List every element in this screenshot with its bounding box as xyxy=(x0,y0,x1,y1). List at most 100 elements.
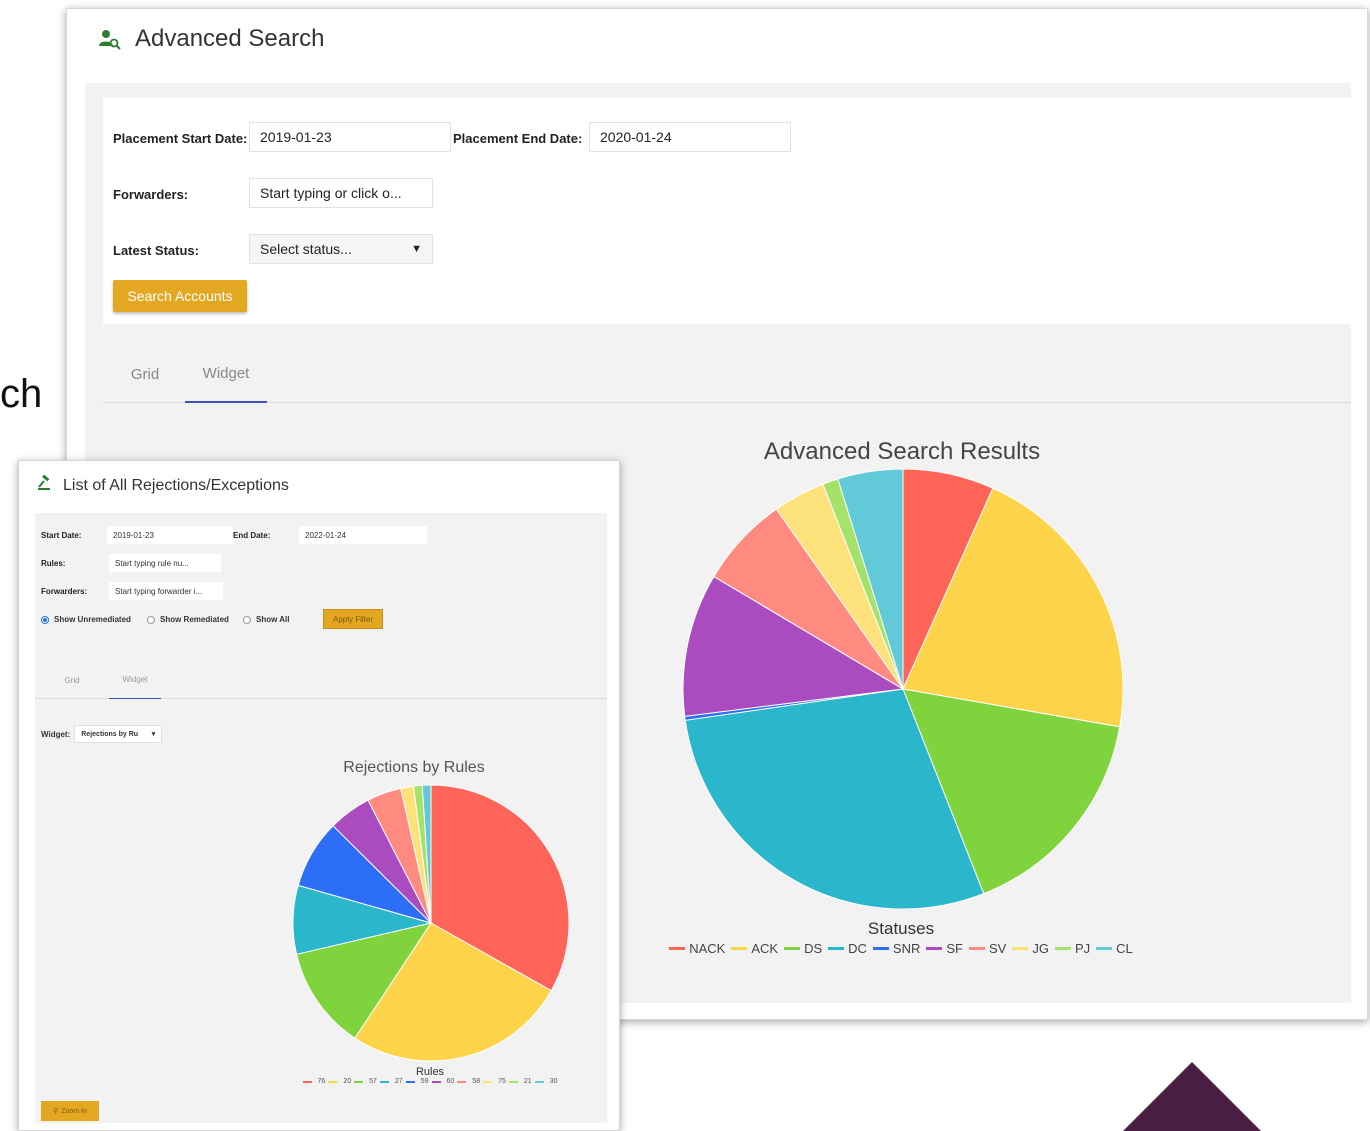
sub-legend-item-21[interactable]: 21 xyxy=(508,1078,532,1085)
main-legend-item-CL[interactable]: CL xyxy=(1096,941,1133,956)
radio-remediated-label: Show Remediated xyxy=(160,615,229,624)
sub-chart-title: Rejections by Rules xyxy=(343,759,485,776)
sub-legend-item-20[interactable]: 20 xyxy=(328,1078,351,1085)
legend-label: 21 xyxy=(523,1078,532,1085)
latest-status-value: Select status... xyxy=(260,241,352,257)
legend-swatch xyxy=(1012,947,1029,950)
search-accounts-button[interactable]: Search Accounts xyxy=(113,280,247,312)
user-search-icon xyxy=(99,28,121,50)
radio-selected-icon xyxy=(41,615,49,624)
sub-chart-legend: 76 20 57 27 59 60 58 75 21 30 xyxy=(235,1078,625,1085)
widget-label: Widget: xyxy=(41,729,71,739)
decorative-triangle xyxy=(1120,1062,1264,1131)
radio-unselected-icon xyxy=(243,615,251,624)
legend-swatch xyxy=(534,1080,544,1083)
legend-label: 58 xyxy=(472,1078,481,1085)
legend-swatch xyxy=(328,1080,338,1083)
main-legend-item-SV[interactable]: SV xyxy=(969,941,1006,956)
chart-title: Advanced Search Results xyxy=(763,438,1041,465)
legend-swatch xyxy=(1096,947,1113,950)
search-icon: ⚲ xyxy=(53,1108,59,1115)
radio-show-remediated[interactable]: Show Remediated xyxy=(147,615,229,624)
end-date-input[interactable]: 2020-01-24 xyxy=(589,122,791,152)
legend-label: 30 xyxy=(549,1078,558,1085)
apply-filter-button[interactable]: Apply Filter xyxy=(323,609,383,629)
radio-show-all[interactable]: Show All xyxy=(243,615,289,624)
sub-result-tabs: Grid Widget xyxy=(35,661,607,699)
forwarders-label: Forwarders: xyxy=(113,187,189,202)
main-legend-item-SNR[interactable]: SNR xyxy=(872,941,921,956)
rejections-filter-panel: Start Date: 2019-01-23 End Date: 2022-01… xyxy=(35,513,607,641)
legend-swatch xyxy=(483,1080,493,1083)
sub-legend-item-60[interactable]: 60 xyxy=(431,1078,455,1085)
sub-rules-placeholder: Start typing rule nu... xyxy=(115,558,189,568)
widget-select[interactable]: Rejections by Ru ▾ xyxy=(74,725,163,743)
widget-selector-row: Widget: Rejections by Ru ▾ xyxy=(41,725,163,743)
tab-widget[interactable]: Widget xyxy=(185,345,267,403)
main-legend-item-DC[interactable]: DC xyxy=(828,941,867,956)
legend-label: 60 xyxy=(446,1078,455,1085)
rejections-pie-chart xyxy=(292,784,570,1062)
rejections-header: List of All Rejections/Exceptions xyxy=(37,474,289,496)
radio-all-label: Show All xyxy=(256,615,290,624)
widget-select-value: Rejections by Ru xyxy=(81,730,139,738)
legend-label: NACK xyxy=(689,941,726,956)
legend-label: 75 xyxy=(498,1078,506,1085)
sub-end-date-label: End Date: xyxy=(233,531,271,540)
legend-swatch xyxy=(828,947,845,950)
sub-legend-item-59[interactable]: 59 xyxy=(405,1078,429,1085)
legend-swatch xyxy=(784,947,801,950)
rejections-title: List of All Rejections/Exceptions xyxy=(63,476,289,494)
sub-rules-label: Rules: xyxy=(41,559,66,568)
result-tabs: Grid Widget xyxy=(103,345,1351,403)
main-legend-item-ACK[interactable]: ACK xyxy=(731,941,778,956)
latest-status-label: Latest Status: xyxy=(113,243,199,258)
sub-legend-item-27[interactable]: 27 xyxy=(379,1078,403,1085)
sub-legend-item-30[interactable]: 30 xyxy=(534,1078,558,1085)
sub-rules-input[interactable]: Start typing rule nu... xyxy=(109,554,221,572)
sub-start-date-label: Start Date: xyxy=(41,531,82,540)
main-legend-item-JG[interactable]: JG xyxy=(1012,941,1049,956)
legend-label: SNR xyxy=(892,941,921,956)
dropdown-caret-icon: ▼ xyxy=(411,243,422,255)
legend-swatch xyxy=(731,947,748,950)
main-legend-item-SF[interactable]: SF xyxy=(926,941,963,956)
legend-swatch xyxy=(872,947,889,950)
main-legend-item-PJ[interactable]: PJ xyxy=(1054,941,1091,956)
legend-label: 27 xyxy=(394,1078,403,1085)
legend-label: SF xyxy=(946,941,963,956)
sub-forwarders-label: Forwarders: xyxy=(41,587,88,596)
sub-end-date-input[interactable]: 2022-01-24 xyxy=(299,526,427,544)
legend-swatch xyxy=(405,1080,415,1083)
rejections-window: List of All Rejections/Exceptions Start … xyxy=(18,460,620,1131)
main-legend-item-NACK[interactable]: NACK xyxy=(669,941,725,956)
zoom-in-button[interactable]: ⚲ Zoom In xyxy=(41,1101,99,1121)
zoom-in-label: Zoom In xyxy=(61,1107,87,1115)
legend-swatch xyxy=(969,947,985,950)
sub-forwarders-placeholder: Start typing forwarder i... xyxy=(115,586,203,596)
start-date-label: Placement Start Date: xyxy=(113,131,248,146)
dropdown-caret-icon: ▾ xyxy=(151,731,156,738)
main-legend-item-DS[interactable]: DS xyxy=(784,941,822,956)
sub-start-date-input[interactable]: 2019-01-23 xyxy=(107,526,233,544)
sub-chart-axis-label: Rules xyxy=(415,1066,445,1078)
search-filter-panel: Placement Start Date: 2019-01-23 Placeme… xyxy=(103,98,1351,324)
sub-forwarders-input[interactable]: Start typing forwarder i... xyxy=(109,582,223,600)
legend-swatch xyxy=(431,1080,441,1083)
latest-status-select[interactable]: Select status... ▼ xyxy=(249,234,433,264)
legend-swatch xyxy=(926,947,943,950)
sub-legend-item-57[interactable]: 57 xyxy=(354,1078,377,1085)
sub-chart-footer: Rules 76 20 57 27 59 60 58 75 21 30 xyxy=(235,1066,625,1085)
sub-legend-item-58[interactable]: 58 xyxy=(457,1078,480,1085)
start-date-input[interactable]: 2019-01-23 xyxy=(249,122,451,152)
radio-show-unremediated[interactable]: Show Unremediated xyxy=(41,615,131,624)
sub-legend-item-76[interactable]: 76 xyxy=(302,1078,325,1085)
sub-tab-grid[interactable]: Grid xyxy=(57,661,87,699)
tab-grid[interactable]: Grid xyxy=(115,345,175,403)
forwarders-input[interactable]: Start typing or click o... xyxy=(249,178,433,208)
legend-swatch xyxy=(669,947,686,950)
legend-label: 20 xyxy=(343,1078,352,1085)
sub-legend-item-75[interactable]: 75 xyxy=(483,1078,506,1085)
sub-tab-widget[interactable]: Widget xyxy=(109,661,161,699)
legend-label: PJ xyxy=(1074,941,1091,956)
